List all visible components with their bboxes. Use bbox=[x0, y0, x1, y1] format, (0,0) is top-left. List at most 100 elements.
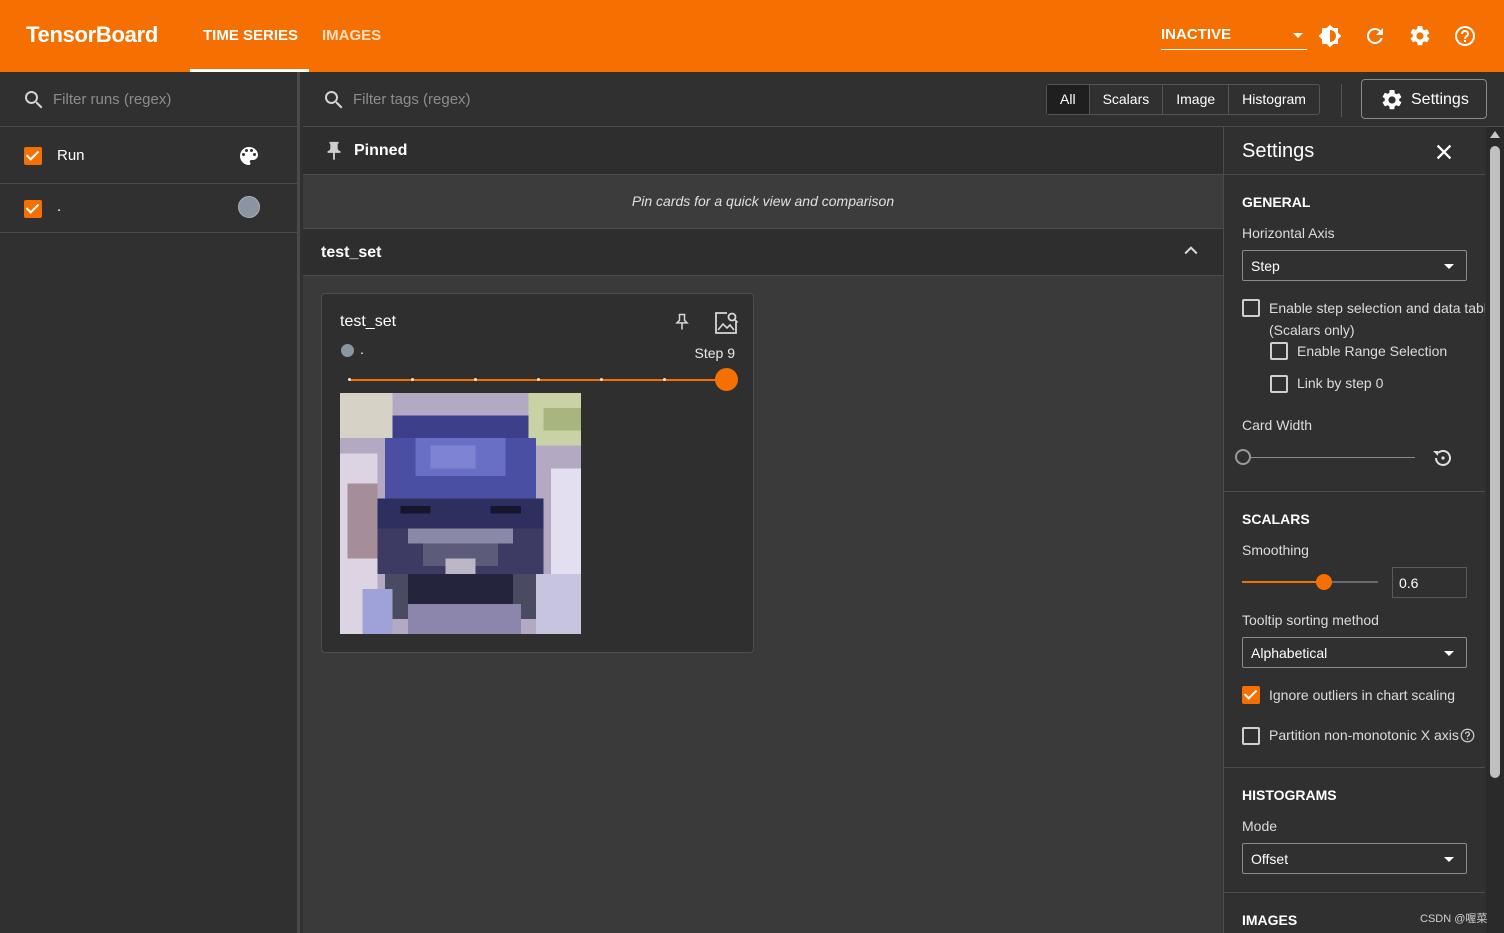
link-by-step-label: Link by step 0 bbox=[1297, 375, 1384, 391]
settings-button[interactable]: Settings bbox=[1361, 79, 1487, 119]
chevron-up-icon[interactable] bbox=[1181, 241, 1201, 261]
reset-icon[interactable] bbox=[1430, 446, 1454, 470]
main-content: Filter tags (regex) All Scalars Image Hi… bbox=[303, 72, 1504, 933]
theme-toggle-icon[interactable] bbox=[1318, 24, 1342, 48]
card-group-title: test_set bbox=[321, 244, 382, 261]
scalars-heading: SCALARS bbox=[1242, 511, 1310, 527]
tooltip-sort-label: Tooltip sorting method bbox=[1242, 612, 1379, 628]
histogram-mode-select[interactable]: Offset bbox=[1242, 843, 1467, 874]
slider-tick bbox=[411, 378, 414, 381]
select-all-runs-checkbox[interactable] bbox=[24, 147, 42, 165]
run-color-dot bbox=[341, 344, 354, 357]
tab-images[interactable]: IMAGES bbox=[322, 27, 381, 44]
run-row[interactable]: . bbox=[0, 184, 297, 233]
runs-panel: Filter runs (regex) Run . bbox=[0, 72, 300, 933]
step-selection-checkbox[interactable] bbox=[1242, 299, 1260, 317]
settings-button-label: Settings bbox=[1411, 91, 1469, 108]
divider bbox=[1224, 892, 1485, 893]
tab-time-series[interactable]: TIME SERIES bbox=[203, 27, 298, 44]
link-by-step-checkbox[interactable] bbox=[1270, 375, 1288, 393]
images-heading: IMAGES bbox=[1242, 912, 1298, 928]
card-type-filter: All Scalars Image Histogram bbox=[1046, 84, 1320, 115]
slider-tick bbox=[537, 378, 540, 381]
partition-checkbox[interactable] bbox=[1242, 727, 1260, 745]
step-label: Step 9 bbox=[694, 345, 735, 361]
card-group-header[interactable]: test_set bbox=[303, 229, 1223, 276]
range-selection-checkbox[interactable] bbox=[1270, 342, 1288, 360]
card-width-slider-track[interactable] bbox=[1246, 457, 1415, 458]
image-card: test_set . Step 9 bbox=[321, 293, 754, 653]
runs-filter-placeholder: Filter runs (regex) bbox=[53, 91, 172, 108]
pinned-empty-message: Pin cards for a quick view and compariso… bbox=[303, 176, 1223, 229]
filter-image-button[interactable]: Image bbox=[1163, 85, 1230, 114]
runs-filter-input[interactable]: Filter runs (regex) bbox=[0, 72, 297, 127]
chevron-down-icon bbox=[1444, 857, 1454, 862]
tags-filter-input[interactable]: Filter tags (regex) bbox=[353, 91, 471, 108]
tooltip-sort-select[interactable]: Alphabetical bbox=[1242, 637, 1467, 668]
refresh-icon[interactable] bbox=[1363, 24, 1387, 48]
gear-icon[interactable] bbox=[1408, 24, 1432, 48]
step-selection-label: Enable step selection and data table bbox=[1269, 300, 1485, 316]
step-selection-sublabel: (Scalars only) bbox=[1269, 322, 1355, 338]
chevron-down-icon bbox=[1293, 33, 1303, 38]
run-name: . bbox=[57, 198, 62, 215]
help-icon[interactable] bbox=[1460, 728, 1475, 743]
card-title: test_set bbox=[340, 313, 397, 330]
divider bbox=[1224, 767, 1485, 768]
settings-panel: Settings GENERAL Horizontal Axis Step En… bbox=[1223, 127, 1485, 933]
horizontal-axis-value: Step bbox=[1251, 258, 1280, 274]
smoothing-slider-thumb[interactable] bbox=[1315, 574, 1332, 590]
histogram-mode-value: Offset bbox=[1251, 851, 1289, 867]
slider-tick bbox=[474, 378, 477, 381]
top-app-bar: TensorBoard TIME SERIES IMAGES INACTIVE bbox=[0, 0, 1504, 72]
partition-label: Partition non-monotonic X axis bbox=[1269, 727, 1459, 743]
histogram-mode-label: Mode bbox=[1242, 818, 1278, 834]
smoothing-label: Smoothing bbox=[1242, 542, 1309, 558]
horizontal-axis-label: Horizontal Axis bbox=[1242, 225, 1335, 241]
tag-filter-toolbar: Filter tags (regex) All Scalars Image Hi… bbox=[303, 72, 1504, 127]
card-run-name: . bbox=[360, 341, 364, 357]
close-icon[interactable] bbox=[1433, 141, 1455, 163]
chevron-down-icon bbox=[1444, 264, 1454, 269]
tooltip-sort-value: Alphabetical bbox=[1251, 645, 1328, 661]
search-icon bbox=[325, 91, 343, 109]
horizontal-axis-select[interactable]: Step bbox=[1242, 250, 1467, 281]
slider-tick bbox=[663, 378, 666, 381]
run-checkbox[interactable] bbox=[24, 200, 42, 218]
image-zoom-icon[interactable] bbox=[713, 310, 739, 336]
run-color-swatch[interactable] bbox=[238, 196, 260, 218]
settings-scrollbar-thumb[interactable] bbox=[1490, 146, 1500, 778]
smoothing-input[interactable]: 0.6 bbox=[1392, 567, 1467, 598]
ignore-outliers-checkbox[interactable] bbox=[1242, 686, 1260, 704]
card-image[interactable] bbox=[340, 393, 581, 634]
palette-icon[interactable] bbox=[237, 144, 261, 168]
filter-scalars-button[interactable]: Scalars bbox=[1090, 85, 1164, 114]
ignore-outliers-label: Ignore outliers in chart scaling bbox=[1269, 687, 1455, 703]
card-width-slider-thumb[interactable] bbox=[1235, 449, 1251, 465]
scroll-up-icon[interactable] bbox=[1490, 131, 1500, 138]
plugin-select[interactable]: INACTIVE bbox=[1161, 26, 1307, 50]
runs-header-label: Run bbox=[57, 147, 85, 164]
runs-header-row: Run bbox=[0, 127, 297, 184]
app-title[interactable]: TensorBoard bbox=[26, 22, 158, 48]
smoothing-value: 0.6 bbox=[1399, 575, 1419, 591]
toolbar-divider bbox=[1341, 84, 1342, 117]
filter-all-button[interactable]: All bbox=[1047, 85, 1090, 114]
slider-tick bbox=[348, 378, 351, 381]
range-selection-label: Enable Range Selection bbox=[1297, 343, 1448, 359]
card-width-label: Card Width bbox=[1242, 417, 1313, 433]
chevron-down-icon bbox=[1444, 651, 1454, 656]
histograms-heading: HISTOGRAMS bbox=[1242, 787, 1337, 803]
filter-histogram-button[interactable]: Histogram bbox=[1229, 85, 1319, 114]
step-slider-thumb[interactable] bbox=[715, 368, 738, 391]
gear-icon bbox=[1382, 89, 1402, 110]
settings-panel-title: Settings bbox=[1242, 140, 1315, 162]
divider bbox=[1224, 174, 1485, 175]
smoothing-slider-fill bbox=[1242, 581, 1324, 583]
help-icon[interactable] bbox=[1453, 24, 1477, 48]
pin-icon[interactable] bbox=[672, 311, 692, 333]
pinned-section-header: Pinned bbox=[303, 127, 1223, 175]
watermark: CSDN @喔菜 bbox=[1420, 913, 1488, 925]
slider-tick bbox=[600, 378, 603, 381]
search-icon bbox=[25, 91, 43, 109]
